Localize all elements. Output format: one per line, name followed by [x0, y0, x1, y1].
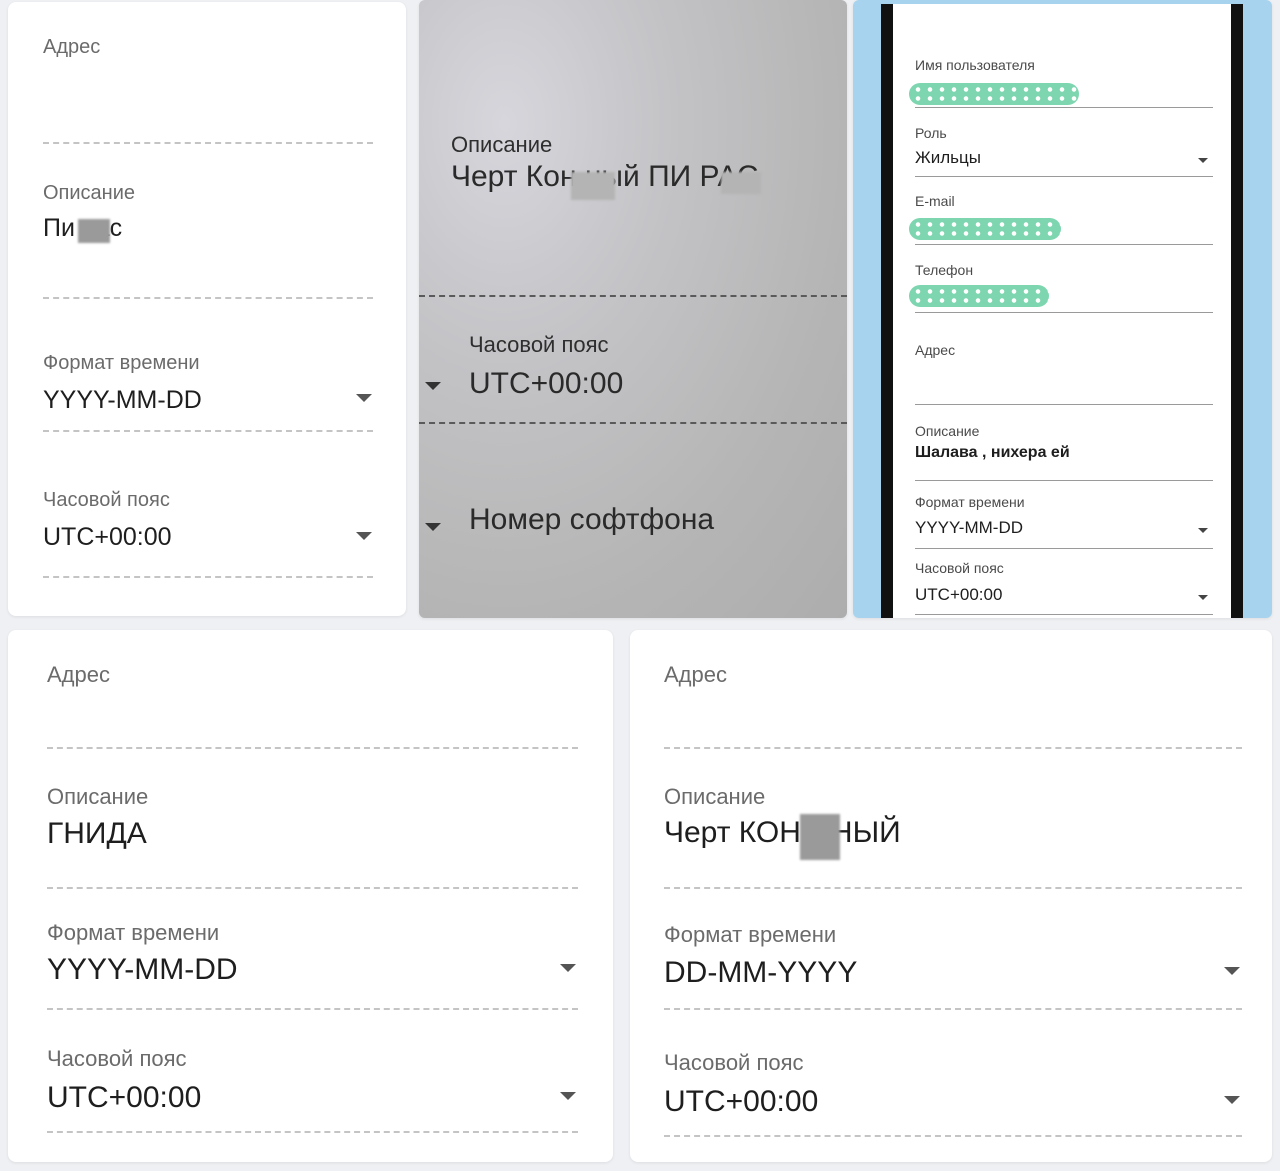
username-underline [915, 107, 1213, 108]
description-underline [915, 480, 1213, 481]
role-underline [915, 176, 1213, 177]
description-label: Описание [47, 784, 149, 809]
time-format-underline [47, 1008, 578, 1010]
profile-form-card-1: Адрес Описание Пи рас Формат времени YYY… [8, 2, 406, 616]
timezone-select[interactable]: UTC+00:00 [43, 523, 172, 552]
time-format-label: Формат времени [47, 920, 220, 945]
redaction-mosaic [800, 814, 840, 860]
description-underline [664, 887, 1242, 889]
time-format-select[interactable]: YYYY-MM-DD [43, 386, 202, 415]
description-value[interactable]: Шалава , нихера ей [915, 444, 1070, 462]
timezone-select[interactable]: UTC+00:00 [47, 1081, 201, 1115]
timezone-label: Часовой пояс [469, 332, 609, 357]
description-label: Описание [43, 182, 136, 204]
redaction-mosaic [721, 172, 761, 194]
time-format-select[interactable]: DD-MM-YYYY [664, 956, 857, 990]
chevron-down-icon[interactable] [425, 523, 441, 531]
redaction-mosaic [78, 219, 110, 243]
profile-form-card-4: Адрес Описание ГНИДА Формат времени YYYY… [8, 630, 613, 1162]
timezone-underline [419, 422, 847, 424]
profile-form-photo: Описание Черт Кон ный ПИ РАС Часовой поя… [419, 0, 847, 618]
timezone-underline [915, 614, 1213, 615]
role-select[interactable]: Жильцы [915, 148, 981, 168]
profile-form-mobile: Имя пользователя Роль Жильцы E-mail Теле… [853, 0, 1272, 618]
description-label: Описание [664, 784, 766, 809]
timezone-label: Часовой пояс [915, 560, 1004, 576]
address-field[interactable] [915, 404, 1213, 405]
description-field-underline [419, 295, 847, 297]
address-field[interactable] [664, 747, 1242, 749]
masked-email [909, 218, 1061, 240]
address-field[interactable] [43, 142, 373, 144]
time-format-underline [43, 430, 373, 432]
time-format-label: Формат времени [43, 352, 200, 374]
address-label: Адрес [664, 662, 727, 687]
description-underline [47, 887, 578, 889]
description-label: Описание [915, 423, 980, 439]
timezone-underline [664, 1135, 1242, 1137]
description-label: Описание [451, 132, 553, 157]
email-label: E-mail [915, 193, 955, 209]
time-format-underline [664, 1008, 1242, 1010]
time-format-select[interactable]: YYYY-MM-DD [915, 518, 1023, 538]
timezone-underline [43, 576, 373, 578]
softphone-select[interactable]: Номер софтфона [469, 503, 714, 537]
role-label: Роль [915, 125, 947, 141]
address-field[interactable] [47, 747, 578, 749]
chevron-down-icon[interactable] [560, 1092, 576, 1100]
time-format-label: Формат времени [915, 494, 1025, 510]
chevron-down-icon[interactable] [560, 964, 576, 972]
timezone-select[interactable]: UTC+00:00 [664, 1085, 818, 1119]
phone-screen: Имя пользователя Роль Жильцы E-mail Теле… [881, 4, 1243, 618]
chevron-down-icon[interactable] [1198, 528, 1208, 533]
profile-form-card-5: Адрес Описание Черт КОН ННЫЙ Формат врем… [630, 630, 1272, 1162]
timezone-label: Часовой пояс [47, 1046, 187, 1071]
masked-phone [909, 285, 1049, 307]
chevron-down-icon[interactable] [1224, 1096, 1240, 1104]
redaction-mosaic [571, 172, 615, 200]
chevron-down-icon[interactable] [356, 532, 372, 540]
chevron-down-icon[interactable] [356, 394, 372, 402]
time-format-label: Формат времени [664, 922, 837, 947]
chevron-down-icon[interactable] [1198, 158, 1208, 163]
timezone-underline [47, 1131, 578, 1133]
address-label: Адрес [43, 36, 101, 58]
username-label: Имя пользователя [915, 57, 1035, 73]
timezone-select[interactable]: UTC+00:00 [469, 367, 623, 401]
chevron-down-icon[interactable] [1198, 595, 1208, 600]
email-underline [915, 244, 1213, 245]
time-format-select[interactable]: YYYY-MM-DD [47, 953, 238, 987]
timezone-label: Часовой пояс [664, 1050, 804, 1075]
description-field-underline [43, 297, 373, 299]
chevron-down-icon[interactable] [1224, 967, 1240, 975]
time-format-underline [915, 548, 1213, 549]
masked-username [909, 83, 1079, 105]
chevron-down-icon[interactable] [425, 382, 441, 390]
address-label: Адрес [47, 662, 110, 687]
phone-label: Телефон [915, 262, 974, 278]
description-value[interactable]: ГНИДА [47, 817, 147, 851]
phone-underline [915, 312, 1213, 313]
timezone-select[interactable]: UTC+00:00 [915, 585, 1002, 605]
description-value[interactable]: Черт КОН ННЫЙ [664, 816, 901, 850]
timezone-label: Часовой пояс [43, 489, 170, 511]
address-label: Адрес [915, 342, 956, 358]
